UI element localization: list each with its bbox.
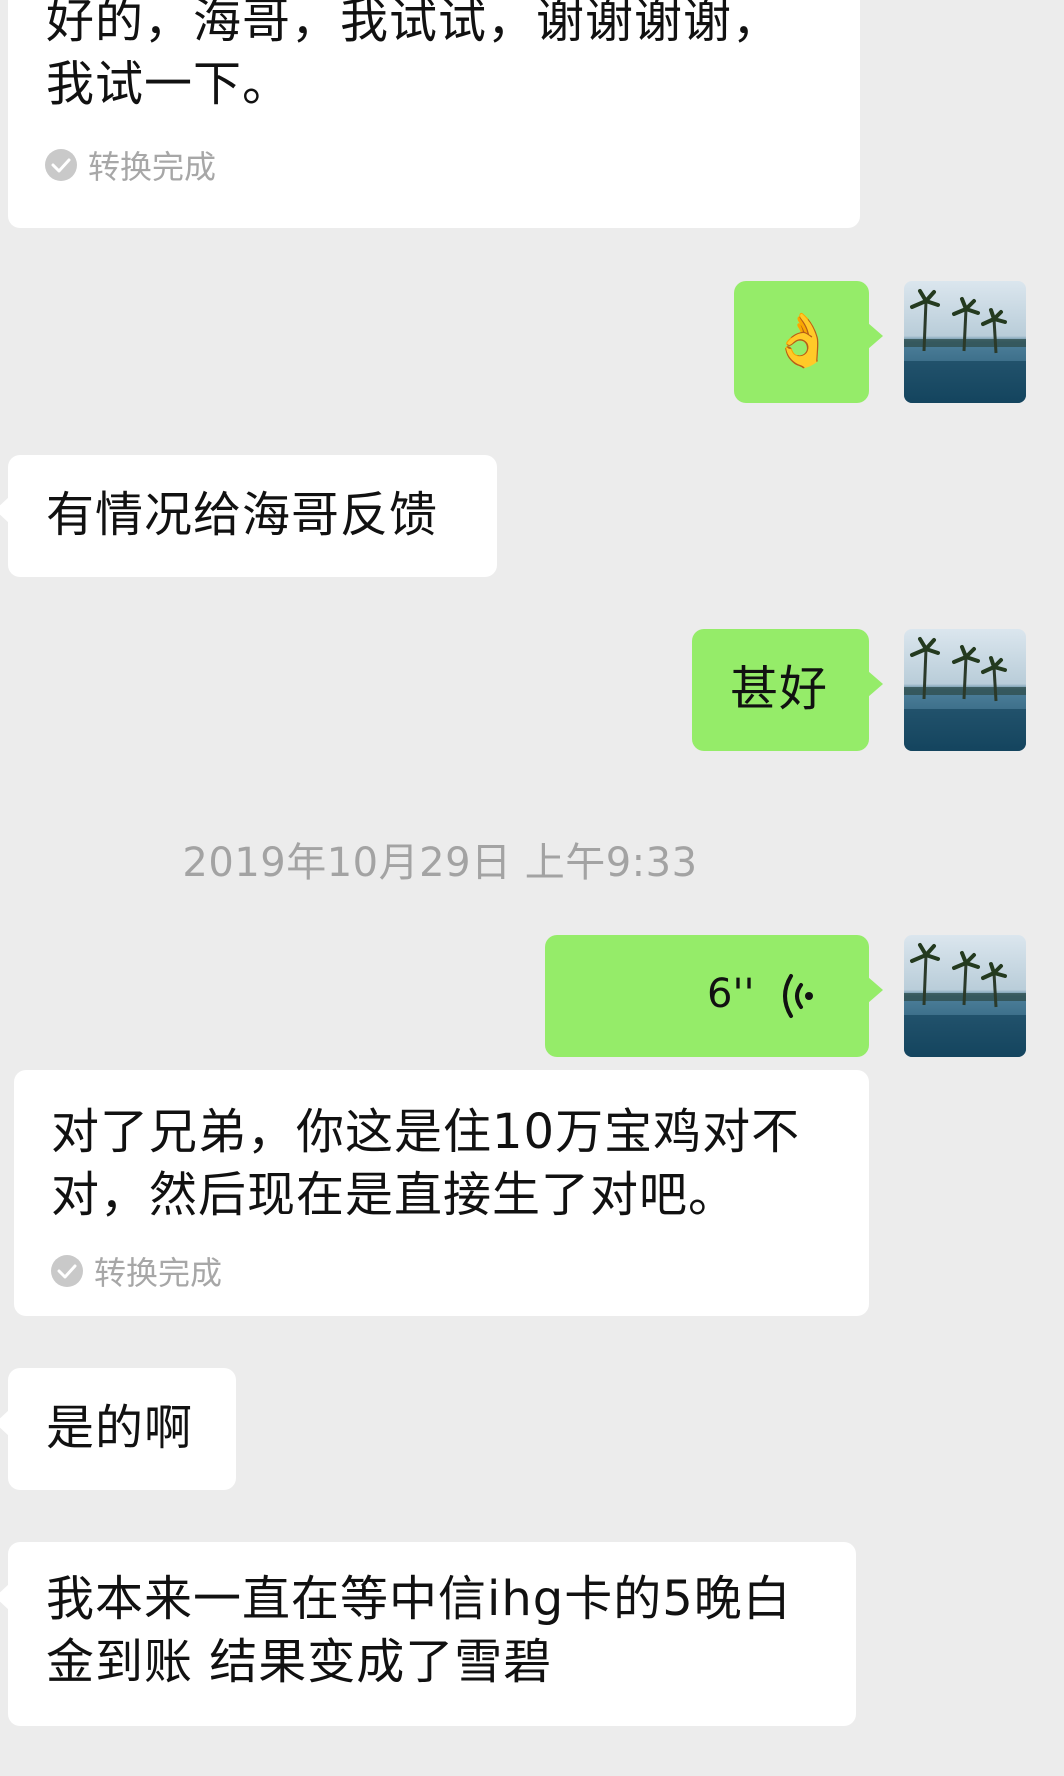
check-circle-icon (45, 149, 77, 181)
avatar-image (904, 935, 1026, 1057)
avatar[interactable] (904, 629, 1026, 751)
emoji-ok-hand-icon: 👌 (770, 311, 835, 371)
message-text: 我本来一直在等中信ihg卡的5晚白 金到账 结果变成了雪碧 (46, 1571, 792, 1690)
message-bubble-incoming[interactable]: 是的啊 (0, 1368, 236, 1490)
bubble-tail (0, 1584, 9, 1610)
voice-wave-icon (783, 974, 813, 1018)
bubble-tail (868, 671, 883, 697)
message-text: 是的啊 (46, 1400, 194, 1456)
message-text: 甚好 (730, 661, 829, 717)
bubble-tail (0, 1410, 9, 1436)
message-bubble-incoming[interactable]: 我本来一直在等中信ihg卡的5晚白 金到账 结果变成了雪碧 (0, 1542, 856, 1726)
message-bubble-outgoing[interactable]: 甚好 (692, 629, 883, 751)
bubble-tail (868, 977, 883, 1003)
message-text: 有情况给海哥反馈 (46, 487, 439, 543)
voice-transcription-card[interactable]: 对了兄弟，你这是住10万宝鸡对不 对，然后现在是直接生了对吧。 转换完成 (14, 1070, 869, 1316)
message-bubble-outgoing[interactable]: 👌 (734, 281, 883, 403)
status-text: 转换完成 (94, 1254, 223, 1292)
message-bubble-incoming[interactable]: 好的，海哥，我试试，谢谢谢谢， 我试一下。 转换完成 (8, 0, 860, 228)
transcription-status: 转换完成 (50, 1248, 222, 1294)
voice-message-bubble[interactable]: 6'' (545, 935, 883, 1057)
avatar-image (904, 281, 1026, 403)
message-bubble-incoming[interactable]: 有情况给海哥反馈 (0, 455, 497, 577)
message-text: 好的，海哥，我试试，谢谢谢谢， 我试一下。 (46, 0, 782, 112)
avatar[interactable] (904, 935, 1026, 1057)
chat-timestamp: 2019年10月29日 上午9:33 (182, 840, 698, 886)
transcription-status: 转换完成 (44, 142, 216, 188)
check-circle-icon (51, 1255, 83, 1287)
bubble-tail (0, 497, 9, 523)
bubble-tail (868, 323, 883, 349)
status-text: 转换完成 (88, 148, 217, 186)
avatar-image (904, 629, 1026, 751)
message-text: 对了兄弟，你这是住10万宝鸡对不 对，然后现在是直接生了对吧。 (51, 1104, 801, 1223)
voice-duration: 6'' (707, 971, 755, 1017)
avatar[interactable] (904, 281, 1026, 403)
